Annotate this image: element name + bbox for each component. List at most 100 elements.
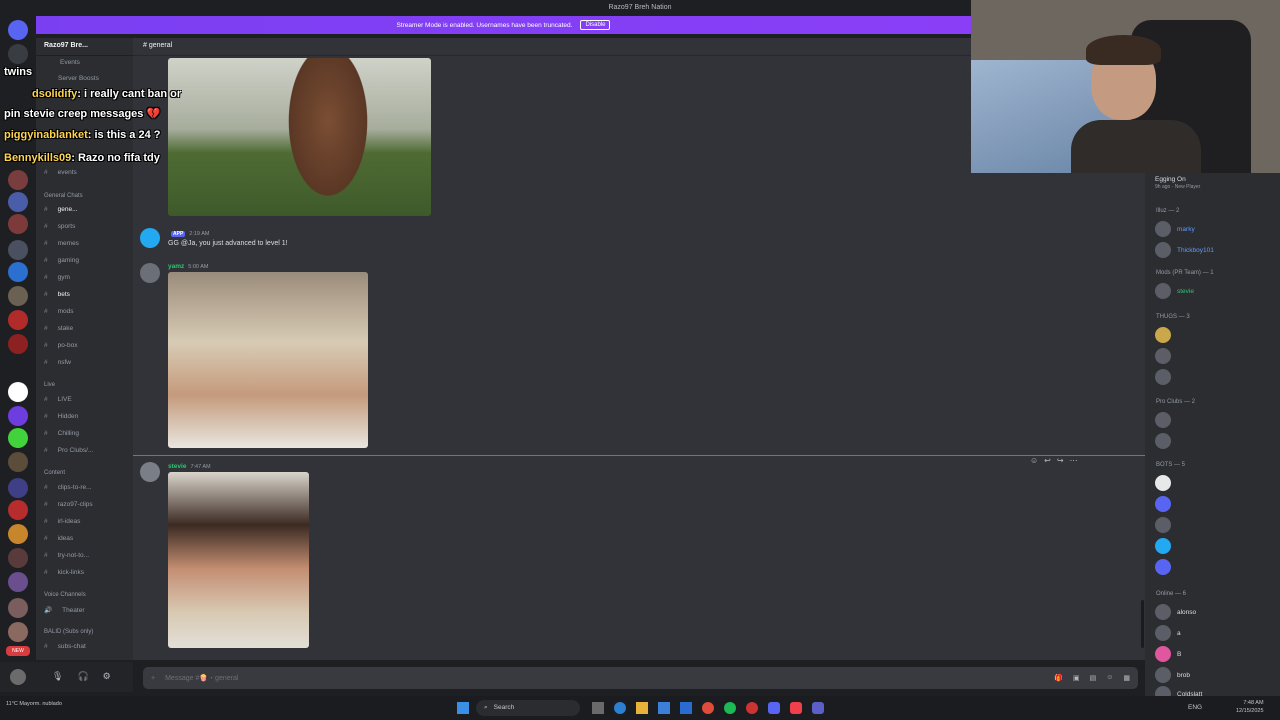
channel-clips-to-review[interactable]: # clips-to-re... [44, 484, 92, 491]
member-item[interactable]: alonso [1155, 604, 1196, 620]
channel-gym[interactable]: # gym [44, 274, 70, 281]
discord-home-icon[interactable] [8, 20, 28, 40]
folder-icon[interactable] [636, 702, 648, 714]
member-item[interactable] [1155, 517, 1171, 533]
message-author[interactable]: stevie 7:47 AM [168, 463, 211, 470]
avatar[interactable] [140, 263, 160, 283]
avatar[interactable] [140, 228, 160, 248]
edge-icon[interactable] [614, 702, 626, 714]
sticker-icon[interactable]: ▤ [1090, 674, 1097, 682]
server-icon[interactable] [8, 382, 28, 402]
message-composer[interactable]: + Message #🍿・general 🎁 ▣ ▤ ☺ ▦ [143, 667, 1138, 689]
channel-gaming[interactable]: # gaming [44, 257, 79, 264]
microphone-icon[interactable]: 🎙 [52, 671, 63, 682]
headphones-icon[interactable]: 🎧 [77, 671, 88, 682]
server-icon[interactable] [8, 524, 28, 544]
gif-icon[interactable]: ▣ [1073, 674, 1080, 682]
server-icon[interactable] [8, 478, 28, 498]
channel-sports[interactable]: # sports [44, 223, 75, 230]
store-icon[interactable] [658, 702, 670, 714]
channel-try-not-to[interactable]: # try-not-to... [44, 552, 89, 559]
member-item[interactable] [1155, 327, 1171, 343]
member-item[interactable] [1155, 475, 1171, 491]
gift-icon[interactable]: 🎁 [1054, 674, 1063, 682]
channel-memes[interactable]: # memes [44, 240, 79, 247]
message-input[interactable]: Message #🍿・general [165, 673, 238, 683]
member-item[interactable] [1155, 348, 1171, 364]
server-icon[interactable] [8, 428, 28, 448]
member-item[interactable]: Egging On 9h ago · New Player [1155, 176, 1200, 190]
category-content[interactable]: Content [44, 470, 65, 476]
reaction-icon[interactable]: ☺ [1030, 456, 1038, 465]
channel-kick-links[interactable]: # kick-links [44, 569, 84, 576]
channel-irl-ideas[interactable]: # irl-ideas [44, 518, 80, 525]
channel-bets[interactable]: # bets [44, 291, 70, 298]
apps-icon[interactable]: ▦ [1123, 674, 1130, 682]
member-item[interactable] [1155, 433, 1171, 449]
server-icon[interactable] [8, 262, 28, 282]
server-name[interactable]: Razo97 Bre... [36, 38, 133, 56]
server-icon[interactable] [8, 192, 28, 212]
channel-live[interactable]: # LIVE [44, 396, 72, 403]
channel-ideas[interactable]: # ideas [44, 535, 73, 542]
reply-icon[interactable]: ↩ [1044, 456, 1051, 465]
mail-icon[interactable] [680, 702, 692, 714]
channel-hidden[interactable]: # Hidden [44, 413, 78, 420]
channel-po-box[interactable]: # po-box [44, 342, 78, 349]
channel-razo97-clips[interactable]: # razo97-clips [44, 501, 93, 508]
windows-start-icon[interactable] [457, 702, 469, 714]
server-icon[interactable] [8, 572, 28, 592]
member-item[interactable]: Thickboy101 [1155, 242, 1214, 258]
avatar[interactable] [140, 462, 160, 482]
member-item[interactable] [1155, 496, 1171, 512]
emoji-icon[interactable]: ☺ [1106, 674, 1113, 682]
server-icon[interactable] [8, 622, 28, 642]
member-item[interactable] [1155, 369, 1171, 385]
server-icon[interactable] [8, 286, 28, 306]
chat-scrollbar[interactable] [1141, 600, 1144, 648]
member-item[interactable]: stevie [1155, 283, 1194, 299]
member-item[interactable]: a [1155, 625, 1181, 641]
weather-widget[interactable]: 11°C Mayorm. nublado [6, 700, 86, 708]
member-item[interactable]: marky [1155, 221, 1195, 237]
gear-icon[interactable]: ⚙ [103, 671, 111, 682]
more-icon[interactable]: ⋯ [1070, 456, 1078, 465]
avatar[interactable] [10, 669, 26, 685]
server-icon[interactable] [8, 334, 28, 354]
spotify-icon[interactable] [724, 702, 736, 714]
category-voice-channels[interactable]: Voice Channels [44, 592, 86, 598]
server-icon[interactable] [8, 452, 28, 472]
member-item[interactable]: brob [1155, 667, 1190, 683]
image-attachment[interactable] [168, 472, 309, 648]
server-icon[interactable] [8, 214, 28, 234]
member-item[interactable] [1155, 559, 1171, 575]
message-author[interactable]: APP 2:19 AM [168, 230, 209, 237]
disable-button[interactable]: Disable [580, 20, 611, 30]
server-icon[interactable] [8, 240, 28, 260]
server-icon[interactable] [8, 548, 28, 568]
server-icon[interactable] [8, 170, 28, 190]
category-general-chats[interactable]: General Chats [44, 193, 83, 199]
teams-icon[interactable] [812, 702, 824, 714]
server-icon[interactable] [8, 310, 28, 330]
category-live[interactable]: Live [44, 382, 55, 388]
app-icon[interactable] [746, 702, 758, 714]
member-item[interactable] [1155, 538, 1171, 554]
channel-mods[interactable]: # mods [44, 308, 74, 315]
channel-pro-clubs[interactable]: # Pro Clubs/... [44, 447, 93, 454]
channel-stake[interactable]: # stake [44, 325, 73, 332]
language-indicator[interactable]: ENG [1188, 704, 1202, 711]
message-author[interactable]: yamz 5:00 AM [168, 263, 208, 270]
member-item[interactable] [1155, 412, 1171, 428]
server-icon[interactable] [8, 44, 28, 64]
image-attachment[interactable] [168, 58, 431, 216]
discord-icon[interactable] [768, 702, 780, 714]
forward-icon[interactable]: ↪ [1057, 456, 1064, 465]
channel-subs-chat[interactable]: # subs-chat [44, 643, 86, 650]
channel-theater[interactable]: 🔊 Theater [44, 606, 85, 614]
server-icon[interactable] [8, 500, 28, 520]
channel-general[interactable]: # gene... [44, 206, 78, 213]
music-icon[interactable] [790, 702, 802, 714]
channel-nsfw[interactable]: # nsfw [44, 359, 71, 366]
member-item[interactable]: B [1155, 646, 1181, 662]
